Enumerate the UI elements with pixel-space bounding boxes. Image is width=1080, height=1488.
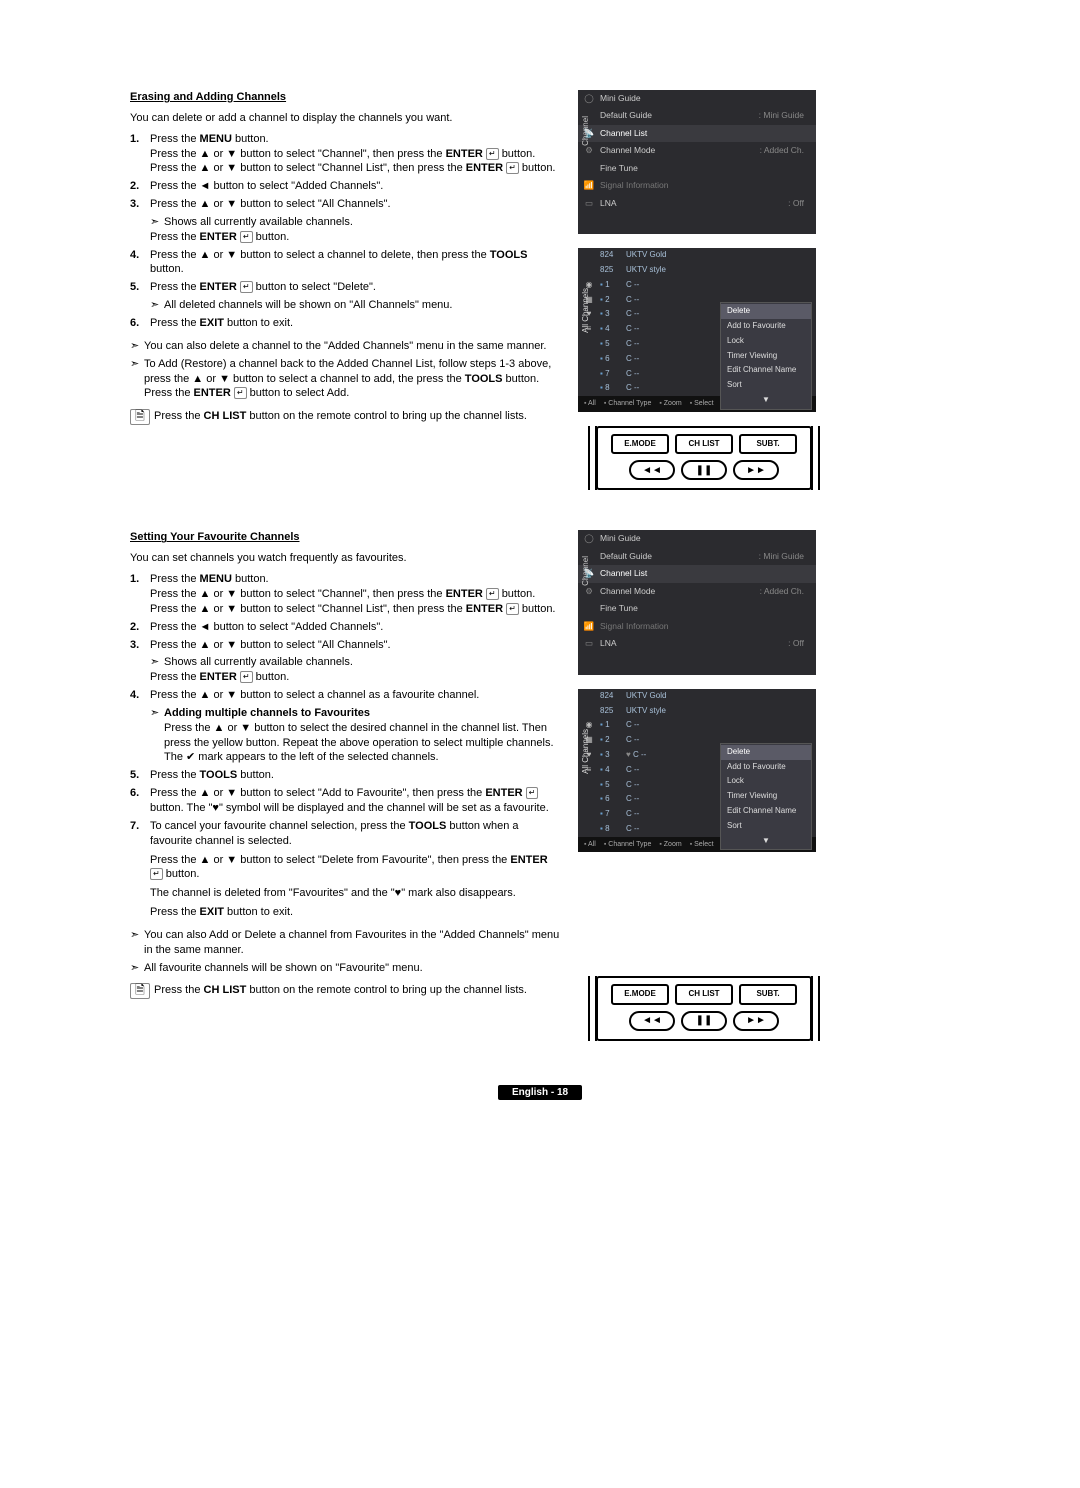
tip-chlist-2: 🗎 Press the CH LIST button on the remote… bbox=[130, 983, 560, 999]
enter-icon: ↵ bbox=[506, 603, 519, 615]
section-erasing-adding: Erasing and Adding Channels You can dele… bbox=[130, 90, 950, 504]
enter-icon: ↵ bbox=[240, 281, 253, 293]
chlist-button[interactable]: CH LIST bbox=[675, 434, 733, 455]
enter-icon: ↵ bbox=[150, 868, 163, 880]
section2-figures: Channel ◯Mini Guide Default Guide: Mini … bbox=[578, 530, 818, 1054]
ffwd-button[interactable]: ►► bbox=[733, 1011, 779, 1031]
section2-text: Setting Your Favourite Channels You can … bbox=[130, 530, 560, 999]
rewind-button[interactable]: ◄◄ bbox=[629, 1011, 675, 1031]
page-footer: English - 18 bbox=[130, 1085, 950, 1100]
doc-icon: 🗎 bbox=[130, 983, 150, 999]
section-favourite: Setting Your Favourite Channels You can … bbox=[130, 530, 950, 1054]
note-arrow-icon: ➣ bbox=[130, 961, 144, 976]
ffwd-button[interactable]: ►► bbox=[733, 460, 779, 480]
subt-button[interactable]: SUBT. bbox=[739, 434, 797, 455]
enter-icon: ↵ bbox=[486, 148, 499, 160]
enter-icon: ↵ bbox=[240, 231, 253, 243]
section2-intro: You can set channels you watch frequentl… bbox=[130, 551, 560, 566]
chlist-button[interactable]: CH LIST bbox=[675, 984, 733, 1005]
note-arrow-icon: ➣ bbox=[130, 339, 144, 354]
note-arrow-icon: ➣ bbox=[150, 655, 164, 670]
subt-button[interactable]: SUBT. bbox=[739, 984, 797, 1005]
remote-snippet: E.MODE CH LIST SUBT. ◄◄ ❚❚ ►► bbox=[596, 426, 812, 491]
signal-icon: 📶 bbox=[578, 180, 600, 191]
section1-steps: 1. Press the MENU button. Press the ▲ or… bbox=[130, 132, 560, 331]
guide-icon: ◯ bbox=[578, 93, 600, 104]
doc-icon: 🗎 bbox=[130, 409, 150, 425]
enter-icon: ↵ bbox=[526, 787, 539, 799]
osd-all-channels: All Channels 824UKTV Gold 825UKTV style … bbox=[578, 248, 816, 411]
heart-icon: ♥ bbox=[626, 750, 633, 759]
osd-all-channels-2: All Channels 824UKTV Gold 825UKTV style … bbox=[578, 689, 816, 852]
enter-icon: ↵ bbox=[234, 387, 247, 399]
pause-button[interactable]: ❚❚ bbox=[681, 1011, 727, 1031]
section1-intro: You can delete or add a channel to displ… bbox=[130, 111, 560, 126]
enter-icon: ↵ bbox=[486, 588, 499, 600]
gear-icon: ⚙ bbox=[578, 586, 600, 597]
section2-title: Setting Your Favourite Channels bbox=[130, 530, 560, 545]
tv-icon: ▭ bbox=[578, 638, 600, 649]
context-menu-2: Delete Add to Favourite Lock Timer Viewi… bbox=[720, 743, 812, 851]
guide-icon: ◯ bbox=[578, 533, 600, 544]
pause-button[interactable]: ❚❚ bbox=[681, 460, 727, 480]
section1-title: Erasing and Adding Channels bbox=[130, 90, 560, 105]
signal-icon: 📶 bbox=[578, 621, 600, 632]
osd-channel-menu-2: Channel ◯Mini Guide Default Guide: Mini … bbox=[578, 530, 816, 674]
tip-chlist: 🗎 Press the CH LIST button on the remote… bbox=[130, 409, 560, 425]
remote-snippet-2: E.MODE CH LIST SUBT. ◄◄ ❚❚ ►► bbox=[596, 976, 812, 1041]
section1-text: Erasing and Adding Channels You can dele… bbox=[130, 90, 560, 425]
osd-channel-menu: Channel ◯Mini Guide Default Guide: Mini … bbox=[578, 90, 816, 234]
note-arrow-icon: ➣ bbox=[130, 928, 144, 958]
emode-button[interactable]: E.MODE bbox=[611, 984, 669, 1005]
note-arrow-icon: ➣ bbox=[150, 706, 164, 765]
note-arrow-icon: ➣ bbox=[150, 298, 164, 313]
tv-icon: ▭ bbox=[578, 198, 600, 209]
note-arrow-icon: ➣ bbox=[130, 357, 144, 402]
gear-icon: ⚙ bbox=[578, 145, 600, 156]
enter-icon: ↵ bbox=[506, 162, 519, 174]
rewind-button[interactable]: ◄◄ bbox=[629, 460, 675, 480]
section2-steps: 1. Press the MENU button. Press the ▲ or… bbox=[130, 572, 560, 920]
section1-figures: Channel ◯Mini Guide Default Guide: Mini … bbox=[578, 90, 818, 504]
enter-icon: ↵ bbox=[240, 671, 253, 683]
note-arrow-icon: ➣ bbox=[150, 215, 164, 230]
emode-button[interactable]: E.MODE bbox=[611, 434, 669, 455]
context-menu: Delete Add to Favourite Lock Timer Viewi… bbox=[720, 302, 812, 410]
